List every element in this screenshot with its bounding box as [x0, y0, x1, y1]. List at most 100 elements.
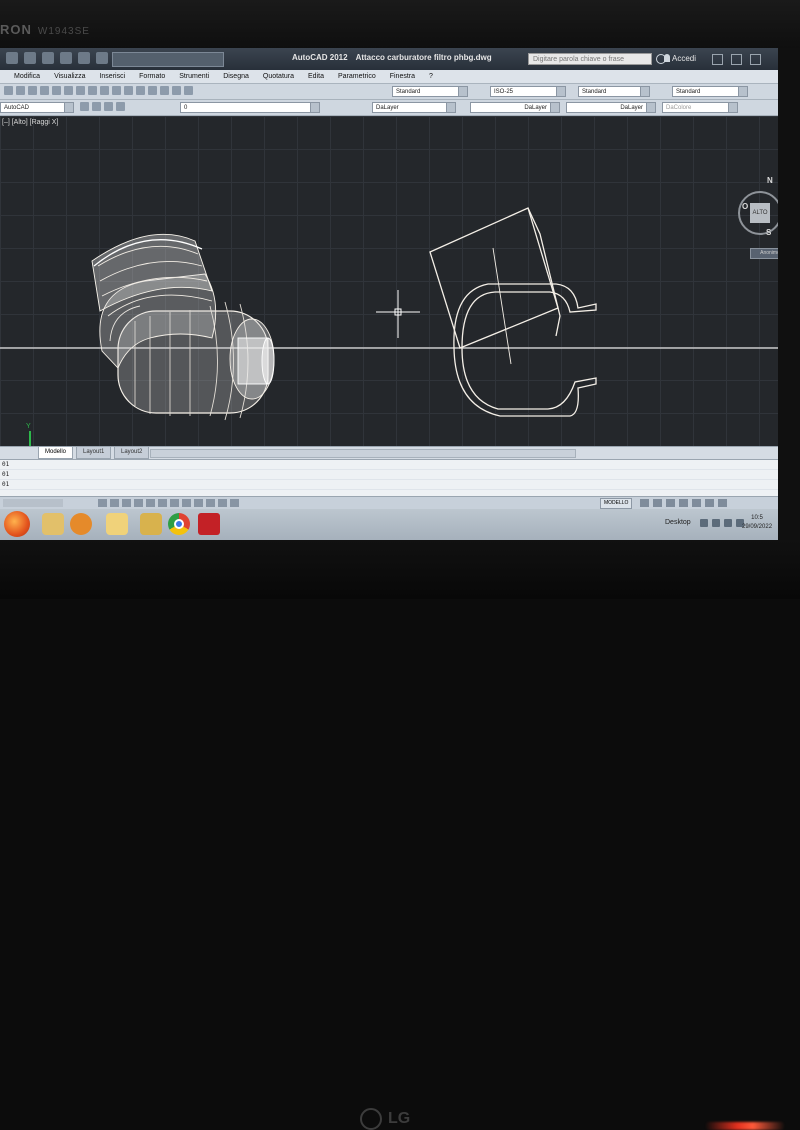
network-icon[interactable] — [700, 519, 708, 527]
osnap-icon[interactable] — [146, 499, 155, 507]
horizontal-scrollbar[interactable] — [150, 449, 576, 458]
zoom-icon[interactable] — [136, 86, 145, 95]
model-space-toggle[interactable]: MODELLO — [600, 498, 633, 509]
cut-icon[interactable] — [52, 86, 61, 95]
tab-layout1[interactable]: Layout1 — [76, 447, 112, 459]
match-icon[interactable] — [88, 86, 97, 95]
status-tray[interactable] — [640, 499, 727, 507]
compass-north[interactable]: N — [767, 176, 773, 185]
menu-help[interactable]: ? — [429, 70, 433, 83]
properties-icon[interactable] — [172, 86, 181, 95]
plot-style-select[interactable]: DaColore — [662, 102, 738, 113]
lightbulb-icon[interactable] — [104, 102, 113, 111]
minimize-icon[interactable] — [712, 54, 723, 65]
menu-finestra[interactable]: Finestra — [390, 70, 415, 83]
tab-modello[interactable]: Modello — [38, 447, 74, 459]
maximize-icon[interactable] — [731, 54, 742, 65]
command-input[interactable]: 01 — [0, 480, 778, 490]
polar-icon[interactable] — [134, 499, 143, 507]
menu-inserisci[interactable]: Inserisci — [99, 70, 125, 83]
tab-layout2[interactable]: Layout2 — [114, 447, 150, 459]
help-search-input[interactable]: Digitare parola chiave o frase — [528, 53, 652, 65]
start-button[interactable] — [4, 511, 30, 537]
hardware-icon[interactable] — [692, 499, 701, 507]
dim-style-select[interactable]: ISO-25 — [490, 86, 566, 97]
command-line[interactable]: 01 01 01 — [0, 459, 778, 496]
drafting-settings[interactable] — [98, 499, 239, 507]
save-icon[interactable] — [28, 86, 37, 95]
dyn-icon[interactable] — [182, 499, 191, 507]
quick-access-toolbar[interactable] — [6, 52, 108, 64]
grid-icon[interactable] — [110, 499, 119, 507]
drawing-area[interactable]: [–] [Alto] [Raggi X] Y ALTO N S O Anonim… — [0, 116, 778, 446]
ducs-icon[interactable] — [170, 499, 179, 507]
layer-icons[interactable] — [80, 102, 125, 111]
snap-icon[interactable] — [98, 499, 107, 507]
compass-south[interactable]: S — [766, 228, 771, 237]
close-icon[interactable] — [750, 54, 761, 65]
file-explorer-icon[interactable] — [42, 513, 64, 535]
pan-icon[interactable] — [124, 86, 133, 95]
workspace-select[interactable]: AutoCAD — [0, 102, 74, 113]
open-icon[interactable] — [42, 52, 54, 64]
app-menu-icon[interactable] — [6, 52, 18, 64]
print-icon[interactable] — [40, 86, 49, 95]
menu-disegna[interactable]: Disegna — [223, 70, 249, 83]
toolbar-icons-left[interactable] — [4, 86, 193, 95]
zoom-previous-icon[interactable] — [160, 86, 169, 95]
ortho-icon[interactable] — [122, 499, 131, 507]
new-icon[interactable] — [4, 86, 13, 95]
media-player-icon[interactable] — [70, 513, 92, 535]
layer-properties-icon[interactable] — [80, 102, 89, 111]
redo-icon[interactable] — [112, 86, 121, 95]
system-tray[interactable] — [700, 519, 744, 527]
undo-icon[interactable] — [100, 86, 109, 95]
coordinates-display[interactable] — [3, 499, 63, 507]
redo-icon[interactable] — [96, 52, 108, 64]
menu-parametrico[interactable]: Parametrico — [338, 70, 376, 83]
autocad-icon[interactable] — [198, 513, 220, 535]
app-icon[interactable] — [140, 513, 162, 535]
menu-strumenti[interactable]: Strumenti — [179, 70, 209, 83]
color-select[interactable]: DaLayer — [372, 102, 456, 113]
open-icon[interactable] — [16, 86, 25, 95]
lineweight-select[interactable]: DaLayer — [566, 102, 656, 113]
lock-icon[interactable] — [679, 499, 688, 507]
lineweight-icon[interactable] — [194, 499, 203, 507]
sun-icon[interactable] — [116, 102, 125, 111]
workspace-switcher[interactable] — [112, 52, 224, 67]
mleader-style-select[interactable]: Standard — [672, 86, 748, 97]
menu-visualizza[interactable]: Visualizza — [54, 70, 85, 83]
linetype-select[interactable]: DaLayer — [470, 102, 560, 113]
layer-select[interactable]: 0 — [180, 102, 320, 113]
design-center-icon[interactable] — [184, 86, 193, 95]
save-icon[interactable] — [60, 52, 72, 64]
layer-state-icon[interactable] — [92, 102, 101, 111]
paste-icon[interactable] — [76, 86, 85, 95]
viewcube[interactable]: ALTO — [738, 191, 778, 235]
chrome-icon[interactable] — [168, 513, 190, 535]
copy-icon[interactable] — [64, 86, 73, 95]
otrack-icon[interactable] — [158, 499, 167, 507]
wcs-menu[interactable]: Anonimo — [750, 248, 778, 259]
annotation-visibility-icon[interactable] — [653, 499, 662, 507]
clean-screen-icon[interactable] — [718, 499, 727, 507]
zoom-window-icon[interactable] — [148, 86, 157, 95]
menu-quotatura[interactable]: Quotatura — [263, 70, 294, 83]
sign-in-button[interactable]: Accedi — [672, 54, 696, 63]
sc-icon[interactable] — [230, 499, 239, 507]
undo-icon[interactable] — [78, 52, 90, 64]
menu-formato[interactable]: Formato — [139, 70, 165, 83]
folder-icon[interactable] — [106, 513, 128, 535]
menu-modifica[interactable]: Modifica — [14, 70, 40, 83]
table-style-select[interactable]: Standard — [578, 86, 650, 97]
viewcube-face[interactable]: ALTO — [750, 203, 770, 223]
clock[interactable]: 10:5 29/09/2022 — [742, 514, 772, 532]
qp-icon[interactable] — [218, 499, 227, 507]
flag-icon[interactable] — [724, 519, 732, 527]
compass-west[interactable]: O — [742, 202, 748, 211]
volume-icon[interactable] — [712, 519, 720, 527]
tpy-icon[interactable] — [206, 499, 215, 507]
new-icon[interactable] — [24, 52, 36, 64]
menu-edita[interactable]: Edita — [308, 70, 324, 83]
